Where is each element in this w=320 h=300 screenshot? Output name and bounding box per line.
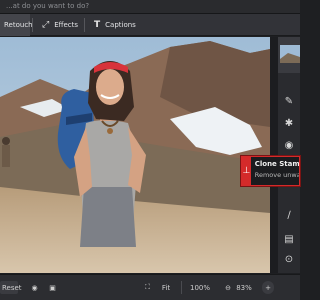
actual-size-button[interactable]: 100% [190, 281, 210, 294]
search-input[interactable]: ...at do you want to do? [6, 2, 89, 10]
eye-tool-button[interactable]: ◉ [278, 135, 300, 155]
zoom-value: 83% [236, 283, 252, 292]
reset-label: Reset [2, 283, 22, 292]
tab-captions-label: Captions [105, 21, 136, 29]
bottom-toolbar: Reset ◉ ▣ ⛶ Fit 100% ⊖ 83% + [0, 274, 300, 300]
tooltip-title: Clone Stamp [254, 160, 299, 168]
tool-panel: ✎ ✱ ◉ ⊥ ∕ ▤ ⊙ [278, 37, 300, 273]
search-bar[interactable]: ...at do you want to do? [0, 0, 300, 14]
preview-toggle-button[interactable]: ◉ [28, 281, 41, 294]
photo-canvas[interactable] [0, 37, 270, 273]
zoom-in-button[interactable]: + [262, 281, 274, 294]
thumbnail-image [278, 37, 300, 73]
tab-effects[interactable]: ⤢ Effects [34, 14, 82, 36]
zoom-level: 83% [236, 281, 252, 294]
compare-icon: ▣ [49, 283, 56, 292]
fit-icon-button[interactable]: ⛶ [141, 281, 154, 294]
sticker-icon: ✱ [284, 117, 294, 129]
reset-button[interactable]: Reset [0, 281, 22, 294]
fit-icon: ⛶ [145, 283, 150, 291]
tab-retouch-label: Retouch [4, 21, 33, 29]
rotate-icon: ⊙ [284, 253, 294, 265]
pin-tool-button[interactable]: ✎ [278, 91, 300, 111]
preview-thumbnail[interactable] [278, 37, 300, 73]
tab-retouch[interactable]: Retouch [0, 14, 33, 36]
fit-button[interactable]: Fit [158, 281, 174, 294]
photo-image [0, 37, 270, 273]
tab-effects-label: Effects [54, 21, 78, 29]
text-icon: T [94, 20, 101, 30]
stamp-icon: ⊥ [242, 157, 251, 185]
minus-icon: ⊖ [225, 283, 231, 292]
sticker-tool-button[interactable]: ✱ [278, 113, 300, 133]
brush-tool-button[interactable]: ∕ [278, 205, 300, 225]
tab-divider [84, 18, 85, 32]
plus-icon: + [265, 283, 271, 292]
tab-bar: Retouch ⤢ Effects T Captions [0, 14, 300, 36]
panel-tool-button[interactable]: ▤ [278, 229, 300, 249]
tab-divider [32, 18, 33, 32]
toolbar-divider [181, 281, 182, 294]
brush-icon: ∕ [287, 209, 291, 221]
rotate-tool-button[interactable]: ⊙ [278, 249, 300, 269]
zoom-out-button[interactable]: ⊖ [222, 281, 234, 294]
compare-button[interactable]: ▣ [46, 281, 59, 294]
fit-label: Fit [161, 283, 171, 292]
eye-icon: ◉ [284, 139, 294, 151]
magic-wand-icon: ⤢ [42, 20, 50, 30]
clone-stamp-tooltip: ⊥ Clone Stamp Remove unwanted objects [240, 155, 301, 187]
canvas-scrollbar[interactable] [270, 37, 278, 273]
tab-captions[interactable]: T Captions [86, 14, 142, 36]
pin-icon: ✎ [284, 95, 294, 107]
tooltip-description: Remove unwanted objects [254, 171, 299, 179]
actual-size-label: 100% [190, 283, 211, 292]
panel-icon: ▤ [284, 233, 294, 245]
eye-icon: ◉ [31, 283, 38, 292]
